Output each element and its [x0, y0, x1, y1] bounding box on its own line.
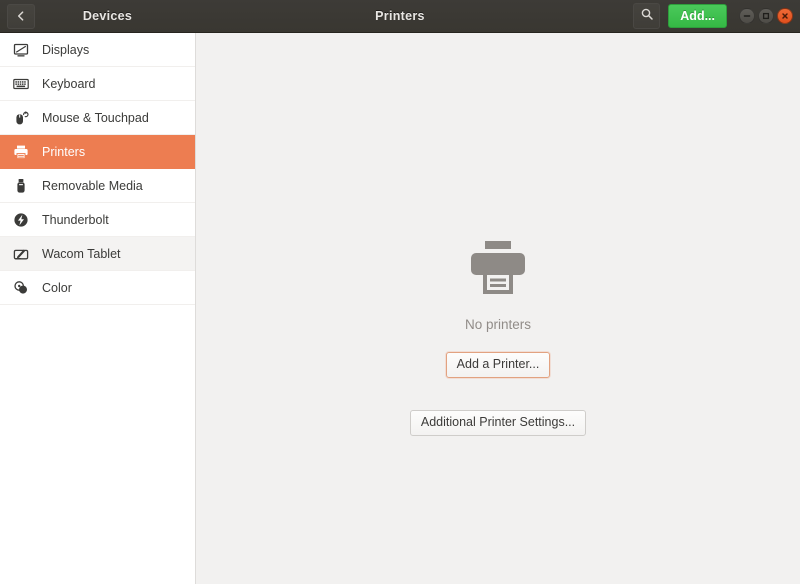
- sidebar-item-label: Thunderbolt: [42, 213, 109, 227]
- close-button[interactable]: [777, 8, 793, 24]
- no-printers-message: No printers: [465, 317, 531, 332]
- usb-drive-icon: [12, 177, 30, 195]
- titlebar-right-section: Add...: [633, 3, 800, 29]
- sidebar-item-label: Keyboard: [42, 77, 96, 91]
- sidebar-item-thunderbolt[interactable]: Thunderbolt: [0, 203, 195, 237]
- sidebar-item-label: Printers: [42, 145, 85, 159]
- sidebar-item-keyboard[interactable]: Keyboard: [0, 67, 195, 101]
- add-a-printer-button[interactable]: Add a Printer...: [446, 352, 551, 378]
- wacom-tablet-icon: [12, 245, 30, 263]
- sidebar-item-label: Mouse & Touchpad: [42, 111, 149, 125]
- content-area: Displays: [0, 33, 800, 584]
- maximize-button[interactable]: [758, 8, 774, 24]
- sidebar-item-label: Wacom Tablet: [42, 247, 121, 261]
- sidebar-panel-title: Devices: [35, 9, 190, 23]
- printers-panel: No printers Add a Printer... Additional …: [196, 33, 800, 584]
- close-icon: [780, 11, 790, 21]
- mouse-icon: [12, 109, 30, 127]
- maximize-icon: [761, 11, 771, 21]
- sidebar-item-removable-media[interactable]: Removable Media: [0, 169, 195, 203]
- sidebar: Displays: [0, 33, 196, 584]
- add-button-label: Add...: [680, 9, 715, 23]
- sidebar-item-wacom-tablet[interactable]: Wacom Tablet: [0, 237, 195, 271]
- sidebar-item-printers[interactable]: Printers: [0, 135, 195, 169]
- color-profile-icon: [12, 279, 30, 297]
- sidebar-item-label: Removable Media: [42, 179, 143, 193]
- minimize-icon: [742, 11, 752, 21]
- window-controls: [739, 8, 793, 24]
- printer-icon: [12, 143, 30, 161]
- titlebar-left-section: Devices: [0, 4, 190, 29]
- settings-window: Devices Printers Add...: [0, 0, 800, 584]
- sidebar-item-displays[interactable]: Displays: [0, 33, 195, 67]
- display-icon: [12, 41, 30, 59]
- sidebar-item-mouse-touchpad[interactable]: Mouse & Touchpad: [0, 101, 195, 135]
- printer-icon-large: [467, 239, 529, 297]
- keyboard-icon: [12, 75, 30, 93]
- sidebar-item-label: Color: [42, 281, 72, 295]
- search-icon: [640, 7, 654, 26]
- minimize-button[interactable]: [739, 8, 755, 24]
- search-button[interactable]: [633, 3, 660, 29]
- thunderbolt-icon: [12, 211, 30, 229]
- sidebar-item-color[interactable]: Color: [0, 271, 195, 305]
- back-button[interactable]: [7, 4, 35, 29]
- add-button[interactable]: Add...: [668, 4, 727, 28]
- chevron-left-icon: [15, 10, 27, 22]
- sidebar-item-label: Displays: [42, 43, 89, 57]
- additional-printer-settings-button[interactable]: Additional Printer Settings...: [410, 410, 586, 436]
- titlebar: Devices Printers Add...: [0, 0, 800, 33]
- empty-state: No printers Add a Printer... Additional …: [196, 239, 800, 436]
